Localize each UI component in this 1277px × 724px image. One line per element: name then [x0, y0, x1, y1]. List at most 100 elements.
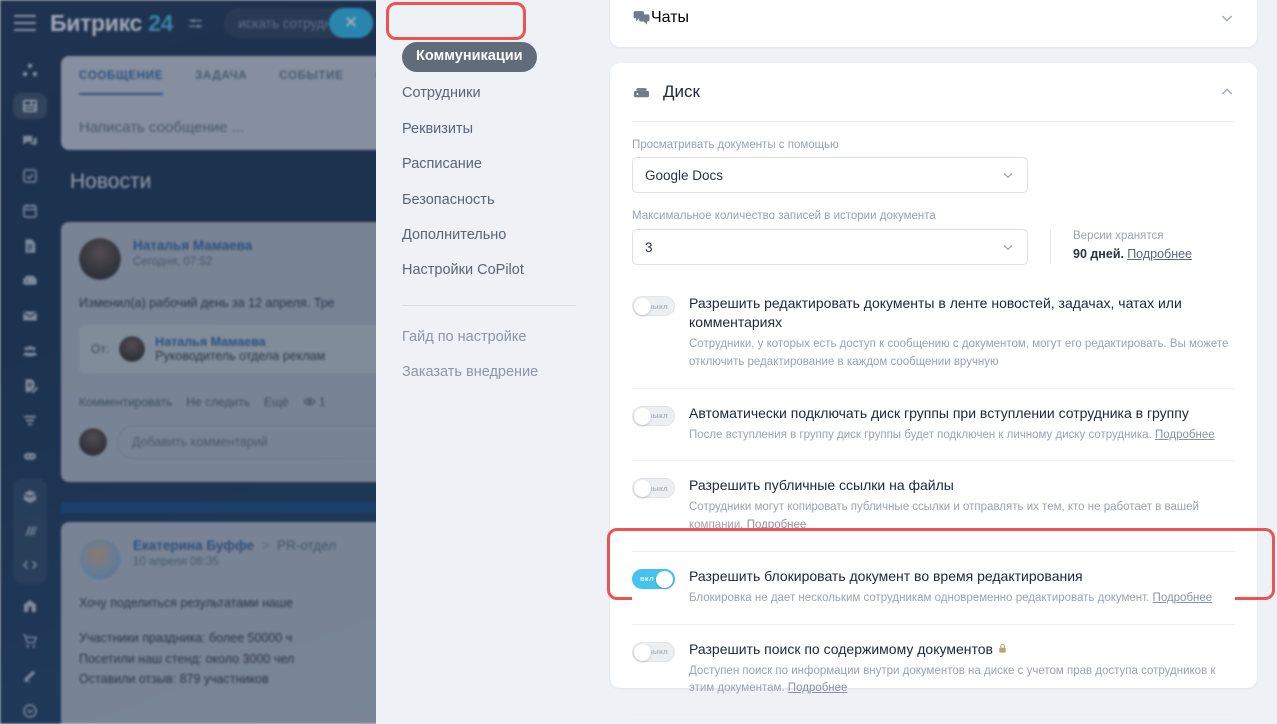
sign-icon[interactable]: [13, 373, 47, 399]
option-description: Сотрудники, у которых есть доступ к сооб…: [689, 338, 1229, 368]
disk-card: Диск Просматривать документы с помощью G…: [610, 63, 1257, 716]
toggle-auto-connect-group-disk[interactable]: выкл: [632, 405, 675, 426]
post-actions: Комментировать Не следить Ещё 1: [79, 395, 395, 409]
analytics-icon[interactable]: [13, 514, 47, 548]
toggle-content-search[interactable]: выкл: [632, 641, 675, 662]
eye-icon: [302, 397, 316, 406]
action-more[interactable]: Ещё: [264, 395, 289, 409]
calendar-icon[interactable]: [13, 198, 47, 224]
option-row-content-search: выкл Разрешить поиск по содержимому доку…: [632, 623, 1235, 715]
sidebar-item-additional[interactable]: Дополнительно: [402, 218, 610, 253]
more-icon[interactable]: [13, 698, 47, 724]
shop-icon[interactable]: [13, 628, 47, 654]
toggle-public-links[interactable]: выкл: [632, 478, 675, 499]
option-title: Разрешить публичные ссылки на файлы: [689, 477, 954, 494]
network-icon[interactable]: [13, 58, 47, 84]
developer-icon[interactable]: [13, 548, 47, 582]
comment-row: Добавить комментарий: [79, 424, 395, 459]
history-field-label: Максимальное количество записей в истори…: [632, 210, 936, 222]
option-description: Сотрудники могут копировать публичные сс…: [689, 499, 1235, 535]
post-group[interactable]: PR-отдел: [277, 538, 336, 553]
tasks-icon[interactable]: [13, 163, 47, 189]
rail-group-market: [12, 478, 47, 584]
market-icon[interactable]: [13, 480, 47, 514]
mail-icon[interactable]: [13, 303, 47, 329]
chevron-up-icon[interactable]: [1219, 84, 1235, 100]
option-link[interactable]: Подробнее: [1155, 429, 1215, 441]
automation-icon[interactable]: [13, 443, 47, 469]
post-author[interactable]: Наталья Мамаева: [133, 238, 252, 253]
composer-tab-message[interactable]: СООБЩЕНИЕ: [79, 70, 164, 95]
quote-from-label: От:: [91, 341, 110, 356]
post-composer[interactable]: СООБЩЕНИЕ ЗАДАЧА СОБЫТИЕ ОПР Написать со…: [61, 56, 395, 150]
post-text-line: Участники праздника: более 50000 ч: [79, 630, 293, 645]
settings-sliders-icon[interactable]: [187, 15, 204, 32]
sidebar-item-copilot-settings[interactable]: Настройки CoPilot: [402, 253, 610, 288]
feed-post: Наталья Мамаева Сегодня, 07:52 Изменил(а…: [61, 222, 395, 482]
action-comment[interactable]: Комментировать: [79, 395, 172, 409]
sidebar-item-order-implementation[interactable]: Заказать внедрение: [402, 355, 610, 390]
composer-tab-task[interactable]: ЗАДАЧА: [195, 70, 247, 95]
comment-avatar[interactable]: [79, 427, 107, 456]
left-icon-rail: [9, 48, 50, 724]
views-count: 1: [318, 394, 326, 409]
sidebar-item-employees[interactable]: Сотрудники: [402, 76, 610, 111]
logo-text: Битрикс: [50, 9, 143, 36]
sidebar-item-communications[interactable]: Коммуникации: [402, 42, 610, 73]
toggle-edit-documents[interactable]: выкл: [632, 296, 675, 317]
quote-avatar[interactable]: [119, 335, 146, 362]
menu-burger-icon[interactable]: [14, 15, 36, 31]
quote-author[interactable]: Наталья Мамаева: [155, 335, 325, 349]
comment-input[interactable]: Добавить комментарий: [117, 424, 395, 459]
drive-icon[interactable]: [13, 268, 47, 294]
chat-icon[interactable]: [13, 128, 47, 154]
post-text: Изменил(а) рабочий день за 12 апреля. Тр…: [79, 296, 335, 310]
sidebar-item-schedule[interactable]: Расписание: [402, 147, 610, 182]
chats-card-title: Чаты: [651, 8, 690, 26]
option-description: После вступления в группу диск группы бу…: [689, 427, 1235, 445]
sidebar-item-requisites[interactable]: Реквизиты: [402, 112, 610, 147]
company-icon[interactable]: [13, 593, 47, 619]
post-author[interactable]: Екатерина Буффе > PR-отдел: [133, 538, 336, 553]
post-date: 10 апреля 08:35: [133, 556, 219, 568]
composer-placeholder[interactable]: Написать сообщение ...: [79, 119, 395, 136]
toggle-lock-document[interactable]: вкл: [632, 568, 675, 589]
option-description: Блокировка не дает нескольким сотрудника…: [689, 590, 1235, 608]
option-link[interactable]: Подробнее: [747, 519, 807, 531]
option-row-public-links: выкл Разрешить публичные ссылки на файлы…: [632, 460, 1235, 551]
breadcrumb-chevron-icon: >: [257, 538, 274, 553]
post-header: Екатерина Буффе > PR-отдел 10 апреля 08:…: [79, 538, 395, 580]
sidebar-item-setup-guide[interactable]: Гайд по настройке: [402, 320, 610, 355]
sites-icon[interactable]: [13, 663, 47, 689]
chevron-down-icon[interactable]: [1219, 10, 1235, 26]
option-link[interactable]: Подробнее: [1153, 592, 1213, 604]
versions-note-line1: Версии хранятся: [1073, 230, 1164, 242]
disk-icon: [633, 87, 650, 97]
option-title-text: Разрешить поиск по содержимому документо…: [689, 640, 993, 657]
sidebar-item-security[interactable]: Безопасность: [402, 183, 610, 218]
post-quote: От: Наталья Мамаева Руководитель отдела …: [79, 324, 395, 373]
composer-tab-event[interactable]: СОБЫТИЕ: [279, 70, 343, 95]
post-text-line: Хочу поделиться результатами наше: [79, 596, 294, 610]
bitrix-app-background: Битрикс 24 искать сотрудн ✕ СООБЩЕНИЕ ЗА…: [0, 0, 395, 724]
history-count-select[interactable]: 3: [632, 229, 1028, 266]
close-button[interactable]: ✕: [329, 8, 373, 38]
documents-icon[interactable]: [13, 233, 47, 259]
option-row-auto-connect-group-disk: выкл Автоматически подключать диск групп…: [632, 387, 1235, 461]
option-title: Автоматически подключать диск группы при…: [689, 404, 1189, 421]
chats-card[interactable]: Чаты: [610, 0, 1257, 47]
versions-note-link[interactable]: Подробнее: [1127, 247, 1192, 261]
bitrix-logo[interactable]: Битрикс 24: [50, 10, 173, 37]
toggle-knob: [634, 643, 651, 661]
feed-icon[interactable]: [12, 93, 47, 119]
settings-content: Чаты Диск Просматривать документы с помо…: [610, 0, 1277, 724]
document-viewer-select[interactable]: Google Docs: [632, 157, 1028, 193]
avatar[interactable]: [79, 238, 121, 280]
option-link[interactable]: Подробнее: [788, 682, 848, 694]
funnel-icon[interactable]: [13, 408, 47, 434]
action-unfollow[interactable]: Не следить: [186, 395, 250, 409]
disk-card-header[interactable]: Диск: [632, 63, 1235, 121]
crm-group-icon[interactable]: [13, 338, 47, 364]
avatar[interactable]: [79, 538, 121, 580]
history-row: 3 Версии хранятся 90 дней. Подробнее: [632, 228, 1235, 266]
